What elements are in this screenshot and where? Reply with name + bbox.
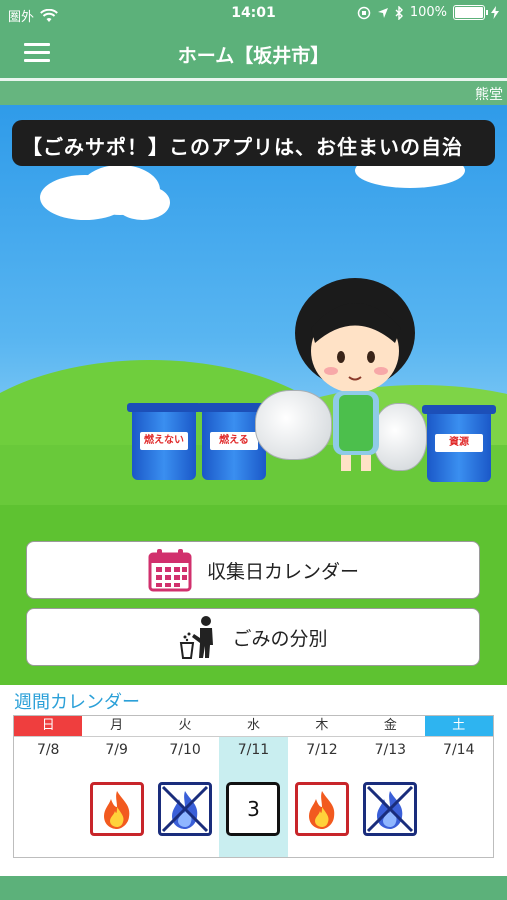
nav-bar: ホーム【坂井市】 — [0, 28, 507, 78]
burnable-trash-icon[interactable] — [294, 782, 349, 836]
calendar-date: 7/9 — [105, 742, 128, 758]
calendar-weekday: 金 — [356, 716, 425, 737]
notice-banner[interactable]: 【ごみサポ！】このアプリは、お住まいの自治 — [12, 120, 495, 166]
ticker-text: 熊堂 — [475, 87, 503, 103]
battery-icon — [453, 5, 488, 20]
collection-number-badge[interactable]: 3 — [226, 782, 281, 836]
bluetooth-icon — [395, 5, 403, 20]
calendar-weekday: 木 — [287, 716, 357, 737]
trash-bin-resource: 資源 — [422, 405, 496, 482]
banner-text: 【ごみサポ！】このアプリは、お住まいの自治 — [22, 135, 463, 159]
status-right: 100% — [357, 5, 499, 20]
garbage-sorting-label: ごみの分別 — [232, 627, 328, 650]
calendar-day[interactable]: 日 7/8 — [14, 716, 83, 857]
weekly-calendar: 日 7/8 月 7/9 火 7/10 水 7/11 3 木 7/12 金 7/13 土 7/14 — [13, 715, 494, 858]
calendar-date: 7/11 — [237, 742, 270, 758]
trash-bin-nonburnable: 燃えない — [127, 403, 201, 480]
calendar-weekday: 火 — [150, 716, 220, 737]
nonburnable-trash-icon[interactable] — [363, 782, 418, 836]
footer-bar — [0, 876, 507, 900]
calendar-day[interactable]: 水 7/11 3 — [219, 716, 288, 857]
calendar-icon — [148, 549, 192, 592]
battery-percent: 100% — [409, 5, 447, 20]
calendar-date: 7/14 — [443, 742, 475, 758]
location-icon — [377, 7, 388, 18]
calendar-day[interactable]: 金 7/13 — [356, 716, 425, 857]
person-trash-icon — [180, 616, 214, 659]
mascot-girl — [295, 278, 415, 471]
bin-label: 燃える — [210, 432, 258, 450]
garbage-sorting-button[interactable]: ごみの分別 — [26, 608, 480, 666]
weekly-calendar-title: 週間カレンダー — [14, 692, 140, 713]
charging-icon — [491, 6, 499, 19]
page-title: ホーム【坂井市】 — [177, 45, 330, 67]
calendar-day[interactable]: 火 7/10 — [150, 716, 220, 857]
status-bar: 圏外 14:01 100% — [0, 0, 507, 28]
orientation-lock-icon — [357, 6, 371, 19]
calendar-day[interactable]: 月 7/9 — [82, 716, 151, 857]
bin-label: 燃えない — [140, 432, 188, 450]
calendar-date: 7/12 — [306, 742, 338, 758]
calendar-date: 7/8 — [36, 742, 60, 758]
collection-calendar-button[interactable]: 収集日カレンダー — [26, 541, 480, 599]
collection-calendar-label: 収集日カレンダー — [206, 560, 359, 583]
calendar-weekday: 土 — [424, 716, 493, 737]
calendar-day[interactable]: 土 7/14 — [424, 716, 493, 857]
calendar-weekday: 水 — [219, 716, 288, 737]
calendar-day[interactable]: 木 7/12 — [287, 716, 357, 857]
bin-label: 資源 — [435, 434, 483, 452]
calendar-date: 7/13 — [374, 742, 407, 758]
calendar-weekday: 月 — [82, 716, 151, 737]
calendar-date: 7/10 — [169, 742, 201, 758]
ticker-bar: 熊堂 — [0, 81, 507, 105]
nonburnable-trash-icon[interactable] — [158, 782, 213, 836]
burnable-trash-icon[interactable] — [89, 782, 144, 836]
calendar-weekday: 日 — [14, 716, 83, 737]
hero-illustration: 燃えない 燃える 資源 【ごみサポ！】このアプリは、お住まいの自治 収集日カレン… — [0, 105, 507, 685]
